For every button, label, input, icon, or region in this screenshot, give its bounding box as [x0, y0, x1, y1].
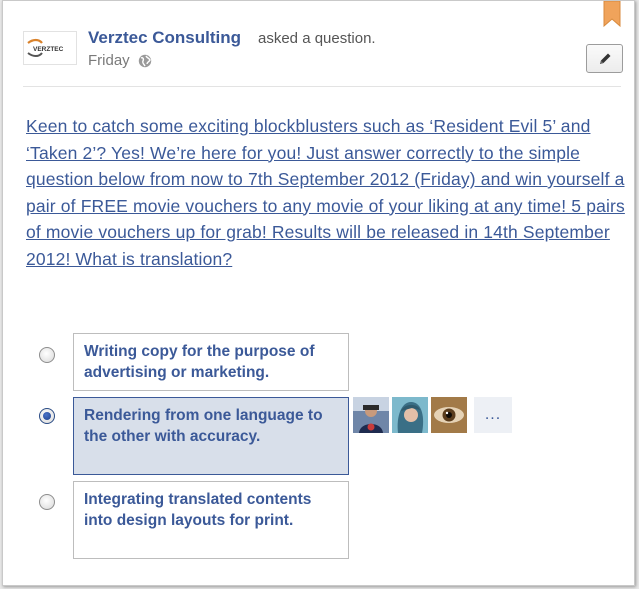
option-2-radio[interactable]	[39, 408, 55, 424]
option-1-box[interactable]: Writing copy for the purpose of advertis…	[73, 333, 349, 391]
radio-selected-dot	[43, 412, 51, 420]
voter-avatar-1[interactable]	[353, 397, 389, 433]
header-divider	[23, 86, 621, 87]
post-timestamp[interactable]: Friday	[88, 52, 130, 69]
bookmark-icon[interactable]	[603, 1, 621, 27]
avatar-eye-icon	[431, 397, 467, 433]
verztec-logo-icon: VERZTEC	[27, 38, 64, 57]
page-name-link[interactable]: Verztec Consulting	[88, 28, 241, 48]
option-3-label: Integrating translated contents into des…	[84, 491, 312, 529]
option-1-radio[interactable]	[39, 347, 55, 363]
voter-avatar-2[interactable]	[392, 397, 428, 433]
option-2-label: Rendering from one language to the other…	[84, 407, 323, 445]
logo-text: VERZTEC	[33, 46, 64, 53]
option-1-label: Writing copy for the purpose of advertis…	[84, 343, 315, 381]
question-text-link[interactable]: Keen to catch some exciting blockbluster…	[26, 113, 626, 272]
post-action-text: asked a question.	[258, 30, 376, 47]
post-meta: Friday	[88, 52, 152, 69]
option-3-box[interactable]: Integrating translated contents into des…	[73, 481, 349, 559]
question-post-card: VERZTEC Verztec Consulting asked a quest…	[2, 0, 635, 586]
pencil-icon	[599, 53, 610, 64]
edit-post-button[interactable]	[586, 44, 623, 73]
avatar-person-icon	[392, 397, 428, 433]
option-3-radio[interactable]	[39, 494, 55, 510]
option-2-box[interactable]: Rendering from one language to the other…	[73, 397, 349, 475]
page-logo[interactable]: VERZTEC	[23, 31, 77, 65]
voter-avatar-3[interactable]	[431, 397, 467, 433]
more-voters-button[interactable]: ...	[474, 397, 512, 433]
avatar-person-icon	[353, 397, 389, 433]
globe-icon[interactable]	[138, 54, 152, 68]
